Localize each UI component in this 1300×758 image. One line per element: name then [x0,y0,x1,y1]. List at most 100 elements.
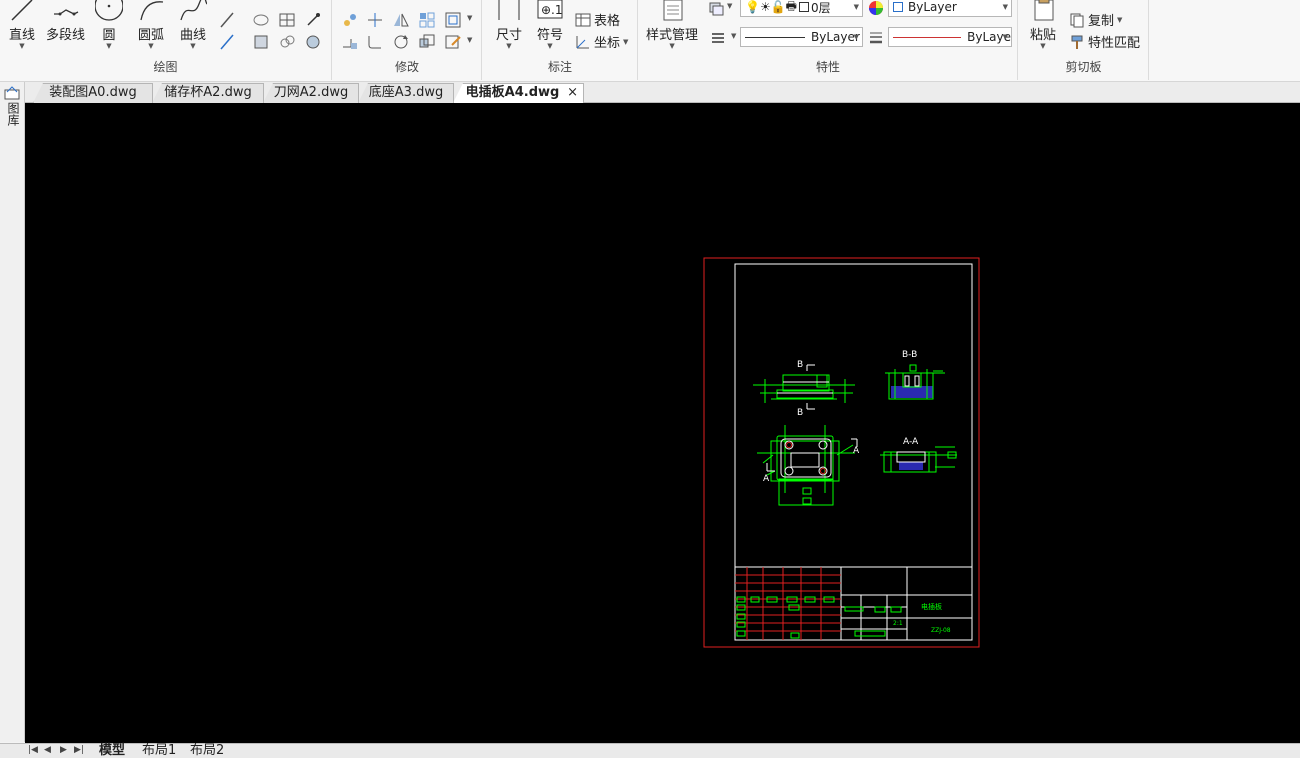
circle-icon [95,0,123,21]
library-icon[interactable] [4,86,20,100]
arc-label: 圆弧 [137,28,164,43]
linetype-value: ByLayer [811,30,860,44]
copy-button[interactable]: 复制 ▼ [1069,10,1122,29]
offset-icon[interactable] [444,11,462,29]
chevron-down-icon[interactable]: ▼ [731,32,736,40]
symbol-button[interactable]: ⊕.1 符号 ▼ [536,0,564,50]
chevron-down-icon: ▼ [1002,33,1008,41]
color-select[interactable]: ByLayer ▼ [888,0,1012,17]
boundary-icon[interactable] [278,33,296,51]
last-layout-icon[interactable]: ▶| [74,745,84,755]
color-value: ByLayer [908,0,957,14]
tab-model[interactable]: 模型 [99,744,125,758]
region-icon[interactable] [252,33,270,51]
style-manager-label: 样式管理 [646,28,699,43]
color-wheel-icon[interactable] [867,0,885,17]
chevron-down-icon[interactable]: ▼ [727,2,732,10]
color-swatch-icon [893,2,903,12]
gradient-icon[interactable] [304,33,322,51]
paste-icon [1034,0,1054,21]
lineweight-preview [893,36,962,38]
coordinate-icon [576,35,589,48]
front-view [753,374,855,403]
mirror-icon[interactable] [392,11,410,29]
tab-storage-cup-a2[interactable]: 储存杯A2.dwg [152,83,264,103]
polyline-button[interactable]: 多段线 [46,0,85,43]
table-button[interactable]: 表格 [575,10,620,29]
lineweight-icon[interactable] [867,28,885,46]
line-icon [11,0,33,21]
prev-layout-icon[interactable]: ◀ [44,745,51,755]
coordinate-button[interactable]: 坐标 ▼ [575,32,628,51]
tab-base-a3[interactable]: 底座A3.dwg [358,83,454,103]
modify-panel: ▼ ▼ 修改 [333,0,482,80]
drawing-svg: B B B-B A A A-A 电插板 ZZJ-08 2:1 [703,257,980,648]
tab-blade-net-a2[interactable]: 刀网A2.dwg [263,83,359,103]
chevron-down-icon[interactable]: ▼ [467,14,472,22]
rotate-icon[interactable] [392,33,410,51]
symbol-label: 符号 [536,28,563,43]
linetype-select[interactable]: ByLayer ▼ [740,27,863,47]
chevron-down-icon: ▼ [148,42,154,50]
point-icon[interactable] [304,11,322,29]
array-icon[interactable] [418,11,436,29]
layer-value: 0层 [811,0,831,15]
chevron-down-icon: ▼ [1117,15,1123,24]
clipboard-panel-title: 剪切板 [1065,60,1102,74]
arc-button[interactable]: 圆弧 ▼ [137,0,165,50]
tab-assembly-a0[interactable]: 装配图A0.dwg [33,83,153,103]
circle-button[interactable]: 圆 ▼ [95,0,123,50]
dimension-label: 尺寸 [495,28,522,43]
dimension-button[interactable]: 尺寸 ▼ [495,0,523,50]
style-manager-button[interactable]: 样式管理 ▼ [646,0,698,50]
svg-text:⊕.1: ⊕.1 [541,3,563,17]
copy-icon [1070,13,1084,27]
ray-icon[interactable] [218,33,236,51]
construction-line-icon[interactable] [218,11,236,29]
linetype-icon[interactable] [709,28,727,46]
paste-label: 粘贴 [1029,28,1056,43]
chevron-down-icon: ▼ [1002,3,1008,11]
section-aa-detail [896,451,926,463]
trim-icon[interactable] [366,11,384,29]
chevron-down-icon: ▼ [19,42,25,50]
next-layout-icon[interactable]: ▶ [60,745,67,755]
section-a-left-label: A [763,474,770,484]
stretch-icon[interactable] [341,33,359,51]
chevron-down-icon: ▼ [506,42,512,50]
dimension-icon [498,0,520,20]
paste-button[interactable]: 粘贴 ▼ [1029,0,1057,50]
ellipse-icon[interactable] [252,11,270,29]
chevron-down-icon: ▼ [853,33,859,41]
clipboard-panel: 粘贴 ▼ 复制 ▼ 特性匹配 剪切板 [1019,0,1149,80]
library-label[interactable]: 图库 [5,102,20,126]
tab-layout-1[interactable]: 布局1 [142,744,176,758]
fillet-icon[interactable] [366,33,384,51]
section-b-markers [806,364,815,410]
chevron-down-icon: ▼ [669,42,675,50]
first-layout-icon[interactable]: |◀ [28,745,38,755]
tab-layout-2[interactable]: 布局2 [190,744,224,758]
document-tab-bar: 装配图A0.dwg 储存杯A2.dwg 刀网A2.dwg 底座A3.dwg 电插… [0,82,1300,103]
spline-button[interactable]: 曲线 ▼ [179,0,207,50]
scale-icon[interactable] [418,33,436,51]
printer-icon: 🖶 [785,0,797,13]
symbol-icon: ⊕.1 [537,0,563,19]
chevron-down-icon: ▼ [1040,42,1046,50]
chevron-down-icon: ▼ [547,42,553,50]
tab-plug-board-a4[interactable]: 电插板A4.dwg × [453,83,584,103]
copy-object-icon[interactable] [341,11,359,29]
hatch-icon[interactable] [278,11,296,29]
layer-select[interactable]: 💡 ☀ 🔓 🖶 0层 ▼ [740,0,863,17]
drawing-canvas[interactable]: B B B-B A A A-A 电插板 ZZJ-08 2:1 [25,103,1300,743]
match-properties-button[interactable]: 特性匹配 [1069,32,1140,51]
close-icon[interactable]: × [567,84,578,102]
chevron-down-icon[interactable]: ▼ [467,36,472,44]
layer-properties-icon[interactable] [707,0,725,18]
line-button[interactable]: 直线 ▼ [8,0,36,50]
lineweight-select[interactable]: ByLaye ▼ [888,27,1012,47]
tab-label: 刀网A2.dwg [273,85,349,100]
edit-icon[interactable] [444,33,462,51]
linetype-preview [745,36,805,38]
brush-icon [1071,35,1083,49]
